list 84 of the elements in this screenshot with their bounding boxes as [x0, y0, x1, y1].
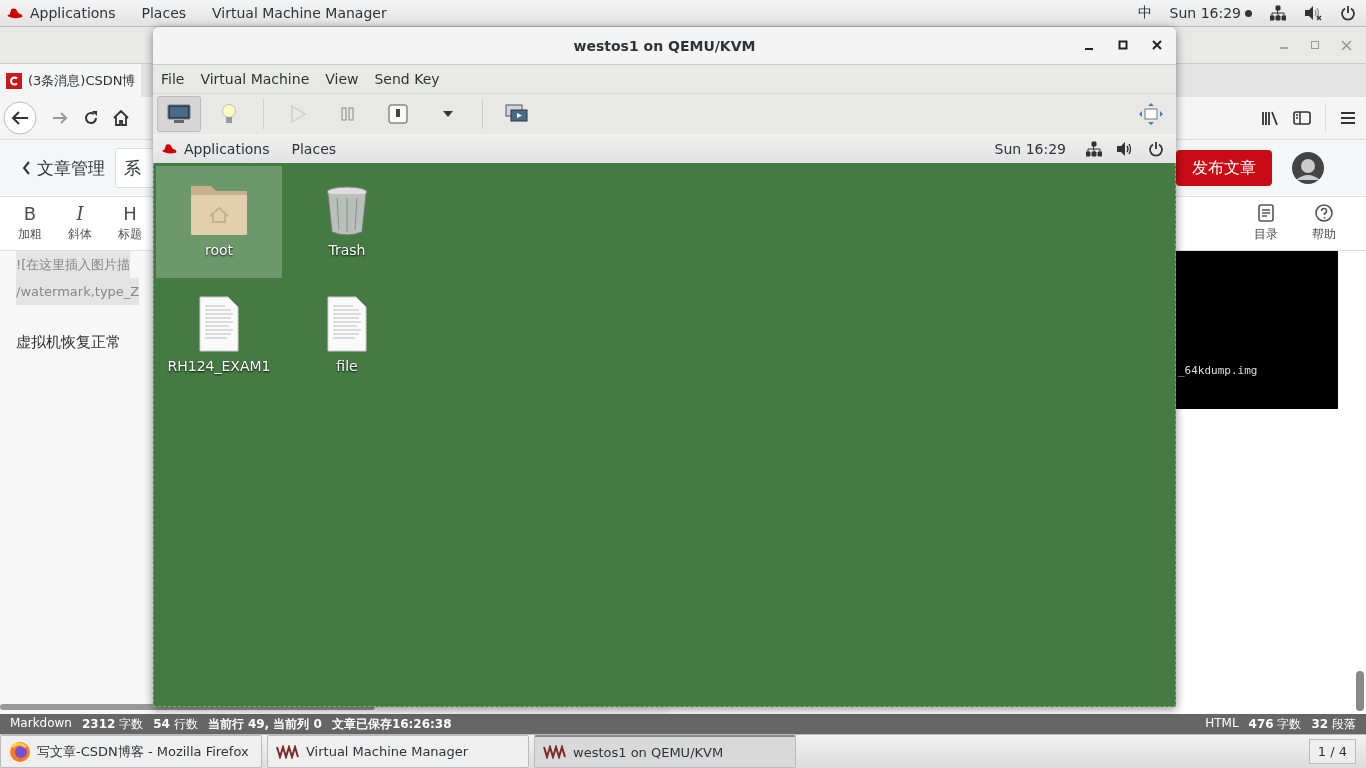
browser-tab[interactable]: (3条消息)CSDN博 — [0, 64, 142, 97]
pause-icon — [341, 107, 355, 121]
format-button[interactable]: I 斜体 — [62, 204, 98, 243]
play-icon — [290, 105, 306, 123]
window-title: westos1 on QEMU/KVM — [573, 37, 756, 54]
volume-muted-icon[interactable] — [1304, 5, 1322, 21]
menu-icon[interactable] — [1340, 111, 1356, 125]
top-bar-menu[interactable]: Applications — [6, 5, 116, 21]
icon-label: root — [204, 242, 234, 258]
workspace-indicator[interactable]: 1 / 4 — [1308, 739, 1356, 764]
top-bar-menu[interactable]: Virtual Machine Manager — [212, 5, 387, 21]
publish-button[interactable]: 发布文章 — [1176, 150, 1272, 186]
format-button[interactable]: H 标题 — [112, 204, 148, 243]
taskbar-label: westos1 on QEMU/KVM — [573, 744, 724, 760]
back-button[interactable] — [3, 101, 37, 135]
icon-label: file — [336, 358, 358, 374]
clock[interactable]: Sun 16:29 — [994, 140, 1066, 157]
status-text: 2312 字数 — [81, 715, 144, 733]
back-link[interactable]: 文章管理 — [22, 156, 105, 180]
reload-icon[interactable] — [83, 110, 99, 126]
network-icon[interactable] — [1270, 5, 1286, 21]
library-icon[interactable] — [1261, 110, 1279, 126]
taskbar-item[interactable]: 写文章-CSDN博客 - Mozilla Firefox — [0, 735, 262, 768]
hat-icon — [6, 6, 24, 20]
input-method-indicator[interactable]: 中 — [1137, 4, 1152, 22]
firefox-icon — [9, 740, 31, 763]
top-bar-menu[interactable]: Places — [291, 140, 337, 157]
console-button[interactable] — [157, 96, 201, 132]
icon-label: RH124_EXAM1 — [167, 358, 271, 374]
tab-title: (3条消息)CSDN博 — [28, 71, 136, 90]
desktop-icon[interactable]: Trash — [284, 166, 410, 278]
sidebar-icon[interactable] — [1293, 110, 1311, 126]
taskbar-label: 写文章-CSDN博客 - Mozilla Firefox — [37, 742, 249, 761]
avatar[interactable] — [1292, 152, 1324, 184]
status-text: HTML — [1205, 715, 1239, 732]
document-icon — [327, 296, 367, 352]
zigzag-icon — [543, 745, 567, 759]
resize-to-vm-icon[interactable] — [1138, 102, 1164, 126]
network-icon[interactable] — [1086, 140, 1102, 157]
taskbar-item[interactable]: westos1 on QEMU/KVM — [534, 735, 796, 768]
top-bar-menu[interactable]: Places — [141, 5, 187, 21]
taskbar-item[interactable]: Virtual Machine Manager — [267, 735, 529, 768]
status-text: 当前行 49, 当前列 0 — [207, 715, 322, 733]
chevron-left-icon — [22, 161, 31, 175]
zigzag-icon — [276, 744, 300, 759]
menu-item[interactable]: File — [161, 71, 185, 87]
caret-icon — [442, 110, 454, 118]
icon-label: Trash — [328, 242, 366, 258]
help-button[interactable]: 帮助 — [1302, 204, 1346, 243]
document-icon — [199, 296, 239, 352]
toc-button[interactable]: 目录 — [1244, 204, 1288, 243]
document-list-icon — [1258, 204, 1274, 222]
notification-dot-icon — [1245, 9, 1252, 17]
clock[interactable]: Sun 16:29 — [1169, 5, 1241, 21]
status-text: 476 字数 — [1248, 715, 1302, 733]
status-text: 54 行数 — [153, 715, 198, 733]
monitor-icon — [167, 104, 191, 124]
maximize-icon[interactable] — [1118, 40, 1128, 50]
menu-item[interactable]: View — [325, 71, 359, 87]
desktop-icon[interactable]: file — [284, 282, 410, 394]
top-bar-menu[interactable]: Applications — [161, 140, 270, 157]
status-text: 32 段落 — [1311, 715, 1356, 733]
taskbar-label: Virtual Machine Manager — [306, 744, 469, 759]
close-icon[interactable] — [1152, 40, 1162, 50]
markdown-line: 虚拟机恢复正常 — [16, 332, 122, 353]
terminal-text: _64kdump.img — [1178, 364, 1258, 377]
site-logo-icon — [6, 72, 22, 89]
lightbulb-icon — [221, 103, 237, 125]
power-switch-icon — [388, 104, 408, 124]
power-icon[interactable] — [1148, 140, 1164, 157]
home-icon[interactable] — [113, 110, 129, 126]
volume-icon[interactable] — [1116, 140, 1134, 157]
scrollbar[interactable] — [1356, 671, 1364, 711]
status-text: Markdown — [10, 715, 72, 732]
format-button[interactable]: B 加粗 — [12, 204, 48, 243]
power-icon[interactable] — [1340, 5, 1356, 21]
screens-icon — [505, 104, 529, 124]
hat-icon — [161, 142, 178, 155]
menu-item[interactable]: Virtual Machine — [200, 71, 310, 87]
desktop-icon[interactable]: RH124_EXAM1 — [156, 282, 282, 394]
trash-icon — [325, 186, 369, 236]
help-icon — [1315, 204, 1333, 222]
menu-item[interactable]: Send Key — [374, 71, 440, 87]
status-text: 文章已保存16:26:38 — [331, 715, 452, 733]
